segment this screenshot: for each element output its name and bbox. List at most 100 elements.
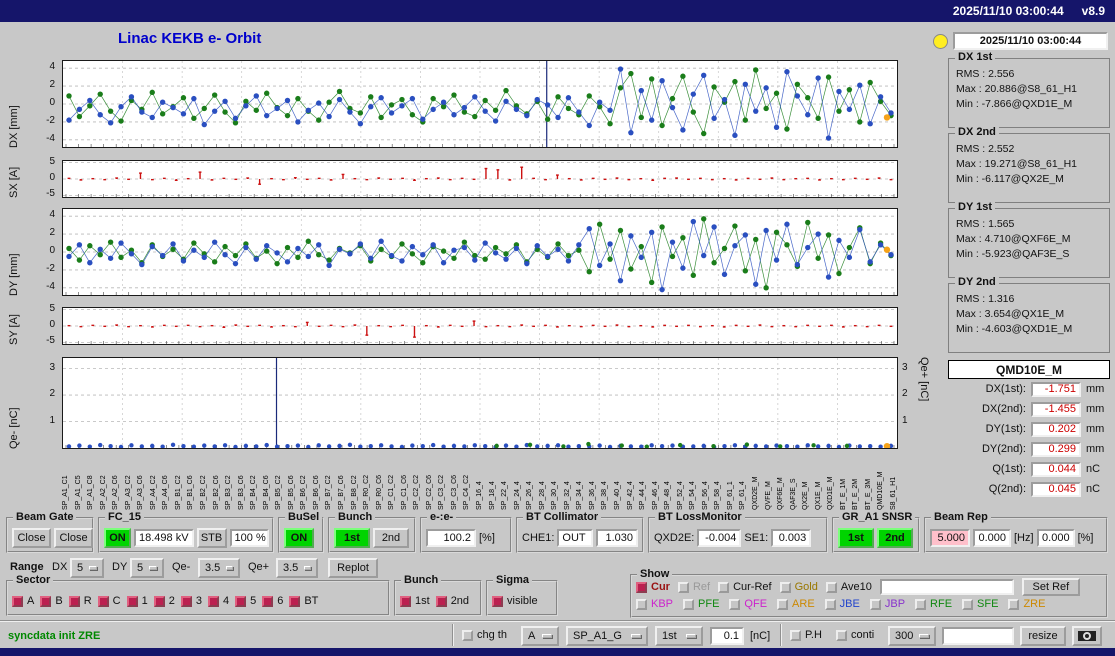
y-tick-label: -5 <box>46 188 55 200</box>
set-ref-button[interactable]: Set Ref <box>1021 578 1080 596</box>
stat-min: Min : -5.923@QAF3E_S <box>956 248 1070 260</box>
replot-button[interactable]: Replot <box>328 558 378 578</box>
show-sfe-checkbox[interactable]: SFE <box>962 598 998 610</box>
x-axis-label: SP_C2_C6 <box>425 474 433 510</box>
sector-2-label: 2 <box>168 595 175 607</box>
threshold-input[interactable]: 0.1 <box>710 627 744 645</box>
show-ave10-checkbox[interactable]: Ave10 <box>825 581 872 593</box>
show-cur-ref-checkbox[interactable]: Cur-Ref <box>718 581 772 593</box>
checkbox-icon <box>915 598 927 610</box>
show-kbp-checkbox[interactable]: KBP <box>636 598 673 610</box>
x-axis-label: SP_16_4 <box>476 481 483 510</box>
ee-ratio-field: 100.2 <box>426 529 476 547</box>
ph-checkbox[interactable]: P.H <box>790 629 822 641</box>
gr-a1-snsr-label: GR_A1 SNSR <box>839 511 916 523</box>
range-qem-value: 3.5 <box>205 562 221 574</box>
sector-2-checkbox[interactable]: 2 <box>153 595 175 607</box>
y-tick-label: -4 <box>46 132 55 144</box>
range-qep-select[interactable]: 3.5 <box>276 558 318 578</box>
show-jbe-checkbox[interactable]: JBE <box>824 598 860 610</box>
sector-c-checkbox[interactable]: C <box>97 595 121 607</box>
snsr-2nd-button[interactable]: 2nd <box>877 528 913 548</box>
range-dx-select[interactable]: 5 <box>70 558 104 578</box>
sector-r-checkbox[interactable]: R <box>68 595 92 607</box>
beam-gate-close-button-1[interactable]: Close <box>12 528 51 548</box>
show-gold-checkbox[interactable]: Gold <box>779 581 818 593</box>
sector-5-checkbox[interactable]: 5 <box>235 595 256 607</box>
ref-file-input[interactable] <box>879 579 1014 595</box>
sector-b-checkbox[interactable]: B <box>40 595 63 607</box>
checkbox-icon <box>1008 598 1020 610</box>
show-ref-checkbox[interactable]: Ref <box>677 581 710 593</box>
show-pfe-checkbox[interactable]: PFE <box>683 598 719 610</box>
show-jbp-checkbox[interactable]: JBP <box>869 598 905 610</box>
y-tick-label: -2 <box>46 262 55 274</box>
monitor-title: QMD10E_M <box>948 360 1110 379</box>
sector-5-label: 5 <box>250 595 257 607</box>
bunch-1st-checkbox[interactable]: 1st <box>400 595 430 607</box>
se1-value-field: 0.003 <box>771 529 812 547</box>
sector-bt-checkbox[interactable]: BT <box>289 595 318 607</box>
x-axis-label: SP_44_4 <box>639 481 647 510</box>
bt-lossmonitor-label: BT LossMonitor <box>655 511 745 523</box>
sigma-visible-checkbox[interactable]: visible <box>492 595 538 607</box>
monitor-row: DX(2nd): -1.455 mm <box>948 399 1110 419</box>
resize-button[interactable]: resize <box>1020 626 1066 646</box>
status-message: syncdata init ZRE <box>8 630 101 642</box>
show-zre-checkbox[interactable]: ZRE <box>1008 598 1045 610</box>
monitor-row: DX(1st): -1.751 mm <box>948 379 1110 399</box>
sector-6-checkbox[interactable]: 6 <box>262 595 283 607</box>
show-are-checkbox[interactable]: ARE <box>777 598 815 610</box>
monitor-label: Q(2nd): <box>988 483 1026 495</box>
beam-gate-close-button-2[interactable]: Close <box>54 528 93 548</box>
bunch-1st-button[interactable]: 1st <box>334 528 370 548</box>
show-rfe-checkbox[interactable]: RFE <box>915 598 952 610</box>
range-dy-select[interactable]: 5 <box>130 558 164 578</box>
sy-plot-canvas[interactable] <box>62 307 898 345</box>
x-axis-label: SP_36_4 <box>588 481 596 510</box>
y-tick-label: 5 <box>49 155 55 167</box>
charge-plot-canvas[interactable] <box>62 357 898 449</box>
bunch-select[interactable]: 1st <box>655 626 703 646</box>
busel-on-button[interactable]: ON <box>284 528 314 548</box>
sector-b-label: B <box>55 595 63 607</box>
fc15-on-button[interactable]: ON <box>104 528 131 548</box>
bunch-2nd-button[interactable]: 2nd <box>373 528 409 548</box>
x-axis-label: QX1E_M <box>814 481 822 510</box>
sigma-label: Sigma <box>493 574 533 586</box>
show-cur-checkbox[interactable]: Cur <box>636 581 670 593</box>
chg-th-checkbox[interactable]: chg th <box>462 629 507 641</box>
show-ave10-label: Ave10 <box>840 581 872 593</box>
stat-title: DX 1st <box>955 51 996 63</box>
dy-plot-canvas[interactable] <box>62 208 898 296</box>
checkbox-icon <box>869 598 881 610</box>
interval-select[interactable]: 300 <box>888 626 936 646</box>
sx-plot-canvas[interactable] <box>62 160 898 198</box>
range-qem-select[interactable]: 3.5 <box>198 558 240 578</box>
bunch-2nd-label: 2nd <box>450 595 470 607</box>
show-qfe-checkbox[interactable]: QFE <box>729 598 767 610</box>
fc15-stb-button[interactable]: STB <box>196 528 227 548</box>
checkbox-icon <box>435 595 447 607</box>
device-select[interactable]: SP_A1_G <box>566 626 648 646</box>
ee-ratio-label: e-:e- <box>427 511 457 523</box>
sector-4-checkbox[interactable]: 4 <box>207 595 229 607</box>
conti-checkbox[interactable]: conti <box>836 629 874 641</box>
checkbox-icon <box>68 595 80 607</box>
se1-label: SE1: <box>744 532 769 544</box>
sector-3-checkbox[interactable]: 3 <box>180 595 202 607</box>
stat-max: Max : 4.710@QXF6E_M <box>956 233 1071 245</box>
sector-a-checkbox[interactable]: A <box>12 595 34 607</box>
sector-select[interactable]: A <box>521 626 559 646</box>
free-input[interactable] <box>942 627 1014 645</box>
range-label: Range <box>10 561 44 573</box>
sy-axis-ticks: 5 0 -5 <box>34 303 58 347</box>
beam-rep-ratio-field: 0.000 <box>1036 529 1075 547</box>
dx-plot-canvas[interactable] <box>62 60 898 148</box>
camera-button[interactable] <box>1072 626 1102 646</box>
bunch-2nd-checkbox[interactable]: 2nd <box>435 595 470 607</box>
range-qep-label: Qe+ <box>248 561 270 573</box>
checkbox-icon <box>677 581 689 593</box>
snsr-1st-button[interactable]: 1st <box>838 528 874 548</box>
sector-1-checkbox[interactable]: 1 <box>126 595 148 607</box>
